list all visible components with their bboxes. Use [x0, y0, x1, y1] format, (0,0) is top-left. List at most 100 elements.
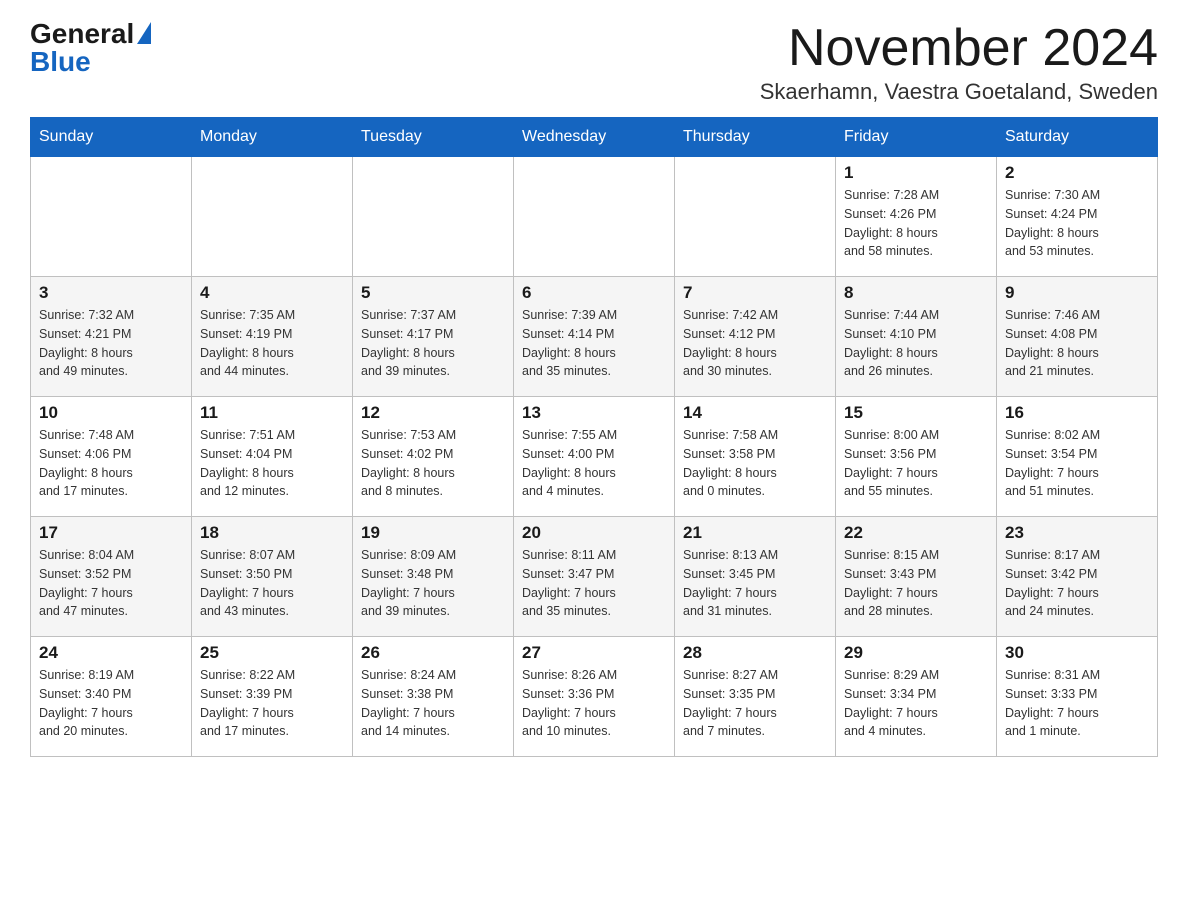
logo: General Blue [30, 20, 151, 76]
day-info: Sunrise: 8:22 AM Sunset: 3:39 PM Dayligh… [200, 666, 344, 741]
day-number: 30 [1005, 643, 1149, 663]
calendar-cell: 11 Sunrise: 7:51 AM Sunset: 4:04 PM Dayli… [192, 397, 353, 517]
calendar-cell: 1Sunrise: 7:28 AM Sunset: 4:26 PM Daylig… [836, 157, 997, 277]
calendar-cell: 15 Sunrise: 8:00 AM Sunset: 3:56 PM Dayli… [836, 397, 997, 517]
title-area: November 2024 Skaerhamn, Vaestra Goetala… [760, 20, 1158, 105]
day-info: Sunrise: 7:46 AM Sunset: 4:08 PM Dayligh… [1005, 306, 1149, 381]
day-number: 6 [522, 283, 666, 303]
calendar-header-tuesday: Tuesday [353, 118, 514, 157]
day-info: Sunrise: 8:26 AM Sunset: 3:36 PM Dayligh… [522, 666, 666, 741]
calendar-header-saturday: Saturday [997, 118, 1158, 157]
day-number: 12 [361, 403, 505, 423]
day-number: 4 [200, 283, 344, 303]
calendar-cell: 8 Sunrise: 7:44 AM Sunset: 4:10 PM Daylig… [836, 277, 997, 397]
calendar-cell: 24Sunrise: 8:19 AM Sunset: 3:40 PM Dayli… [31, 637, 192, 757]
calendar-cell: 23Sunrise: 8:17 AM Sunset: 3:42 PM Dayli… [997, 517, 1158, 637]
calendar-cell: 26 Sunrise: 8:24 AM Sunset: 3:38 PM Dayli… [353, 637, 514, 757]
day-info: Sunrise: 8:27 AM Sunset: 3:35 PM Dayligh… [683, 666, 827, 741]
day-number: 21 [683, 523, 827, 543]
day-info: Sunrise: 8:13 AM Sunset: 3:45 PM Dayligh… [683, 546, 827, 621]
day-info: Sunrise: 7:37 AM Sunset: 4:17 PM Dayligh… [361, 306, 505, 381]
day-info: Sunrise: 7:42 AM Sunset: 4:12 PM Dayligh… [683, 306, 827, 381]
calendar-cell [675, 157, 836, 277]
calendar-cell [353, 157, 514, 277]
day-number: 25 [200, 643, 344, 663]
day-number: 11 [200, 403, 344, 423]
day-number: 23 [1005, 523, 1149, 543]
day-info: Sunrise: 8:24 AM Sunset: 3:38 PM Dayligh… [361, 666, 505, 741]
calendar-header-row: SundayMondayTuesdayWednesdayThursdayFrid… [31, 118, 1158, 157]
day-info: Sunrise: 8:04 AM Sunset: 3:52 PM Dayligh… [39, 546, 183, 621]
calendar-cell: 7 Sunrise: 7:42 AM Sunset: 4:12 PM Daylig… [675, 277, 836, 397]
calendar-week-3: 10 Sunrise: 7:48 AM Sunset: 4:06 PM Dayli… [31, 397, 1158, 517]
day-info: Sunrise: 7:30 AM Sunset: 4:24 PM Dayligh… [1005, 186, 1149, 261]
day-info: Sunrise: 8:02 AM Sunset: 3:54 PM Dayligh… [1005, 426, 1149, 501]
calendar-header-monday: Monday [192, 118, 353, 157]
calendar-cell [192, 157, 353, 277]
calendar-cell: 30 Sunrise: 8:31 AM Sunset: 3:33 PM Dayli… [997, 637, 1158, 757]
calendar-cell: 17Sunrise: 8:04 AM Sunset: 3:52 PM Dayli… [31, 517, 192, 637]
day-info: Sunrise: 8:29 AM Sunset: 3:34 PM Dayligh… [844, 666, 988, 741]
calendar-cell: 22 Sunrise: 8:15 AM Sunset: 3:43 PM Dayli… [836, 517, 997, 637]
day-number: 14 [683, 403, 827, 423]
calendar-cell: 4 Sunrise: 7:35 AM Sunset: 4:19 PM Daylig… [192, 277, 353, 397]
calendar-week-2: 3 Sunrise: 7:32 AM Sunset: 4:21 PM Daylig… [31, 277, 1158, 397]
day-info: Sunrise: 7:48 AM Sunset: 4:06 PM Dayligh… [39, 426, 183, 501]
header: General Blue November 2024 Skaerhamn, Va… [30, 20, 1158, 105]
day-info: Sunrise: 8:31 AM Sunset: 3:33 PM Dayligh… [1005, 666, 1149, 741]
day-number: 16 [1005, 403, 1149, 423]
day-info: Sunrise: 8:19 AM Sunset: 3:40 PM Dayligh… [39, 666, 183, 741]
day-info: Sunrise: 8:11 AM Sunset: 3:47 PM Dayligh… [522, 546, 666, 621]
day-info: Sunrise: 7:55 AM Sunset: 4:00 PM Dayligh… [522, 426, 666, 501]
day-number: 29 [844, 643, 988, 663]
calendar-cell: 25 Sunrise: 8:22 AM Sunset: 3:39 PM Dayli… [192, 637, 353, 757]
day-number: 13 [522, 403, 666, 423]
day-info: Sunrise: 8:09 AM Sunset: 3:48 PM Dayligh… [361, 546, 505, 621]
day-number: 15 [844, 403, 988, 423]
day-number: 7 [683, 283, 827, 303]
calendar-cell: 6Sunrise: 7:39 AM Sunset: 4:14 PM Daylig… [514, 277, 675, 397]
calendar-cell: 10 Sunrise: 7:48 AM Sunset: 4:06 PM Dayli… [31, 397, 192, 517]
logo-triangle-icon [137, 22, 151, 44]
calendar-cell: 14 Sunrise: 7:58 AM Sunset: 3:58 PM Dayli… [675, 397, 836, 517]
month-title: November 2024 [760, 20, 1158, 77]
day-number: 26 [361, 643, 505, 663]
day-number: 10 [39, 403, 183, 423]
calendar-cell: 9Sunrise: 7:46 AM Sunset: 4:08 PM Daylig… [997, 277, 1158, 397]
calendar-header-friday: Friday [836, 118, 997, 157]
day-number: 28 [683, 643, 827, 663]
logo-general-text: General [30, 20, 134, 48]
day-number: 8 [844, 283, 988, 303]
calendar-header-thursday: Thursday [675, 118, 836, 157]
calendar-cell: 29 Sunrise: 8:29 AM Sunset: 3:34 PM Dayli… [836, 637, 997, 757]
day-info: Sunrise: 7:32 AM Sunset: 4:21 PM Dayligh… [39, 306, 183, 381]
calendar-header-wednesday: Wednesday [514, 118, 675, 157]
calendar-cell: 2 Sunrise: 7:30 AM Sunset: 4:24 PM Daylig… [997, 157, 1158, 277]
day-info: Sunrise: 8:00 AM Sunset: 3:56 PM Dayligh… [844, 426, 988, 501]
day-number: 2 [1005, 163, 1149, 183]
day-info: Sunrise: 7:51 AM Sunset: 4:04 PM Dayligh… [200, 426, 344, 501]
calendar-cell: 27Sunrise: 8:26 AM Sunset: 3:36 PM Dayli… [514, 637, 675, 757]
logo-blue-text: Blue [30, 48, 91, 76]
day-number: 20 [522, 523, 666, 543]
day-info: Sunrise: 8:15 AM Sunset: 3:43 PM Dayligh… [844, 546, 988, 621]
calendar-week-1: 1Sunrise: 7:28 AM Sunset: 4:26 PM Daylig… [31, 157, 1158, 277]
day-info: Sunrise: 7:58 AM Sunset: 3:58 PM Dayligh… [683, 426, 827, 501]
day-number: 1 [844, 163, 988, 183]
day-info: Sunrise: 7:35 AM Sunset: 4:19 PM Dayligh… [200, 306, 344, 381]
day-info: Sunrise: 7:44 AM Sunset: 4:10 PM Dayligh… [844, 306, 988, 381]
day-info: Sunrise: 7:53 AM Sunset: 4:02 PM Dayligh… [361, 426, 505, 501]
day-number: 22 [844, 523, 988, 543]
day-number: 19 [361, 523, 505, 543]
calendar-cell: 16 Sunrise: 8:02 AM Sunset: 3:54 PM Dayli… [997, 397, 1158, 517]
calendar-cell: 28 Sunrise: 8:27 AM Sunset: 3:35 PM Dayli… [675, 637, 836, 757]
calendar-header-sunday: Sunday [31, 118, 192, 157]
calendar-cell: 5Sunrise: 7:37 AM Sunset: 4:17 PM Daylig… [353, 277, 514, 397]
calendar-cell: 13 Sunrise: 7:55 AM Sunset: 4:00 PM Dayli… [514, 397, 675, 517]
day-number: 3 [39, 283, 183, 303]
calendar-cell [31, 157, 192, 277]
calendar-week-4: 17Sunrise: 8:04 AM Sunset: 3:52 PM Dayli… [31, 517, 1158, 637]
day-info: Sunrise: 8:07 AM Sunset: 3:50 PM Dayligh… [200, 546, 344, 621]
location-subtitle: Skaerhamn, Vaestra Goetaland, Sweden [760, 79, 1158, 105]
calendar-cell: 12 Sunrise: 7:53 AM Sunset: 4:02 PM Dayli… [353, 397, 514, 517]
